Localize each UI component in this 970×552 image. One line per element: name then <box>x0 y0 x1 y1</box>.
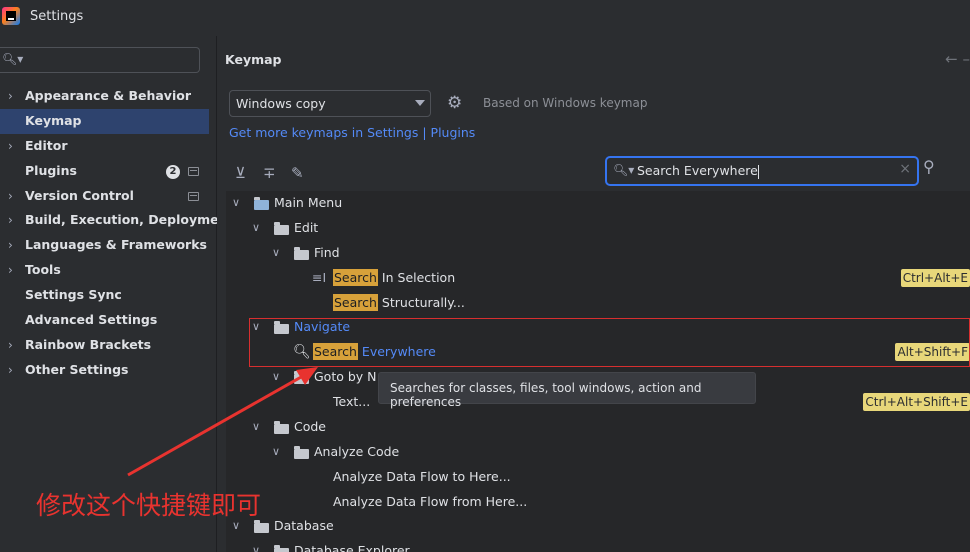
annotation-arrow <box>127 367 318 477</box>
annotation-text: 修改这个快捷键即可 <box>36 491 262 520</box>
